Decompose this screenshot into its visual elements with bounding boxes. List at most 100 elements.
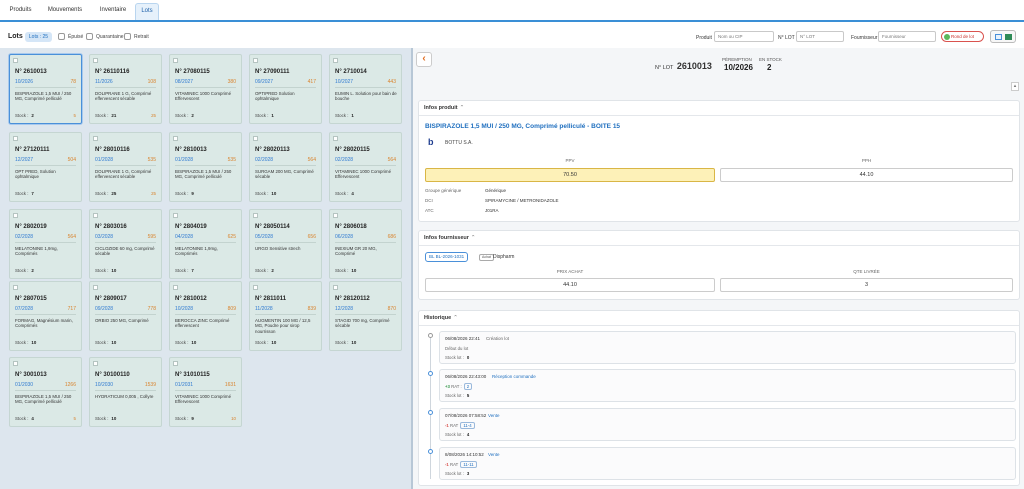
divider: [175, 87, 236, 88]
lot-checkbox[interactable]: [13, 136, 18, 141]
lot-card[interactable]: N° 28120112 12/2028 870 STAGID 700 mg, Comp…: [329, 281, 402, 351]
lot-input[interactable]: N° LOT: [796, 31, 844, 42]
lot-card[interactable]: N° 2804019 04/2028 625 MELATONINE 1,9mg, Co…: [169, 209, 242, 279]
lot-card[interactable]: N° 28050114 05/2028 656 URGO Sensitive stre…: [249, 209, 322, 279]
export-button[interactable]: [990, 30, 1016, 43]
lot-days-count: 625: [227, 234, 236, 240]
section-header[interactable]: Infos produit ⌃: [424, 105, 464, 111]
lot-stock: Stock :25: [95, 191, 117, 196]
lot-stock: Stock :2: [175, 113, 194, 118]
lot-card[interactable]: N° 2710014 10/2027 443 EUMIN L. Solution po…: [329, 54, 402, 124]
product-name-link[interactable]: BISPIRAZOLE 1,5 MUI / 250 MG, Comprimé p…: [425, 123, 620, 130]
lot-checkbox[interactable]: [13, 213, 18, 218]
lot-expiry: 01/2028: [95, 157, 114, 163]
stock-toggle-button[interactable]: Rond de lot: [941, 31, 984, 42]
lot-expiry: 03/2028: [95, 234, 114, 240]
lot-stock: Stock :7: [15, 191, 34, 196]
lot-checkbox[interactable]: [13, 285, 18, 290]
lot-checkbox[interactable]: [253, 58, 258, 63]
lot-card[interactable]: N° 27080115 08/2027 380 VITAMINEC 1000 Comp…: [169, 54, 242, 124]
lot-checkbox[interactable]: [93, 361, 98, 366]
lot-checkbox[interactable]: [93, 285, 98, 290]
divider: [419, 245, 1019, 246]
lot-card[interactable]: N° 30100110 10/2030 1539 HYDRATICUM 0,005 ,…: [89, 357, 162, 427]
lot-expiry: 01/2030: [15, 382, 34, 388]
tab-inventaire[interactable]: Inventaire: [93, 3, 133, 20]
lot-card[interactable]: N° 2810013 01/2028 535 BISPIRAZOLE 1,5 MUI …: [169, 132, 242, 202]
scroll-up-button[interactable]: ▴: [1011, 82, 1019, 91]
lot-card[interactable]: N° 2811011 11/2028 839 AUGMENTIN 100 MG / 1…: [249, 281, 322, 351]
lot-days-count: 564: [307, 157, 316, 163]
event-ref-tag[interactable]: 11-4: [460, 422, 475, 429]
lot-card[interactable]: N° 2807015 07/2028 717 FORMAG, Magnésium ma…: [9, 281, 82, 351]
history-event: 06/08/2026 22:41 Création lot Début du lot…: [439, 331, 1016, 364]
lot-card[interactable]: N° 2803016 03/2028 595 CICLOZIDE 60 mg, Com…: [89, 209, 162, 279]
checkbox-icon[interactable]: [124, 33, 131, 40]
lot-checkbox[interactable]: [13, 58, 18, 63]
chevron-up-icon: ⌃: [470, 235, 476, 241]
produit-input[interactable]: Nom ou CIP: [714, 31, 774, 42]
lot-days-count: 535: [227, 157, 236, 163]
lot-stock: Stock :4: [335, 191, 354, 196]
event-type[interactable]: Vente: [488, 452, 500, 457]
lot-card[interactable]: N° 2810012 10/2028 809 BEROCCA ZINC Comprim…: [169, 281, 242, 351]
lot-checkbox[interactable]: [93, 213, 98, 218]
lot-card[interactable]: N° 28010116 01/2028 535 DOLIPRANE 1 G, Comp…: [89, 132, 162, 202]
lot-checkbox[interactable]: [253, 136, 258, 141]
section-header[interactable]: Infos fournisseur ⌃: [424, 235, 476, 241]
history-event: 8/08/2026 14:10:52 Vente -1 RAT 11-11 Stock …: [439, 447, 1016, 480]
checkbox-icon[interactable]: [58, 33, 65, 40]
lot-card[interactable]: N° 2802019 02/2028 564 MELATONINE 1,9mg, Co…: [9, 209, 82, 279]
lot-checkbox[interactable]: [173, 285, 178, 290]
lot-card[interactable]: N° 2610013 10/2026 78 BISPIRAZOLE 1,5 MUI /…: [9, 54, 82, 124]
lot-days-count: 1266: [64, 382, 76, 388]
lot-checkbox[interactable]: [333, 213, 338, 218]
event-type[interactable]: Réception commande: [492, 374, 536, 379]
lot-card[interactable]: N° 31010115 01/2031 1631 VITAMINEC 1000 Com…: [169, 357, 242, 427]
lot-checkbox[interactable]: [333, 285, 338, 290]
pph-value: 44.10: [720, 168, 1013, 182]
tab-mouvements[interactable]: Mouvements: [42, 3, 88, 20]
tab-produits[interactable]: Produits: [4, 3, 37, 20]
lot-checkbox[interactable]: [253, 285, 258, 290]
lot-card[interactable]: N° 26110116 11/2026 108 DOLIPRANE 1 G, Comp…: [89, 54, 162, 124]
lot-card[interactable]: N° 28020113 02/2028 564 SURGAM 200 MG, Comp…: [249, 132, 322, 202]
atc-value: J01RA: [485, 208, 499, 213]
lot-card[interactable]: N° 28020115 02/2028 564 VITAMINEC 1000 Comp…: [329, 132, 402, 202]
filter-quarantaine[interactable]: Quarantaine: [86, 33, 124, 42]
bl-link[interactable]: BL BL-2026-1031: [425, 252, 469, 262]
lot-card[interactable]: N° 3001013 01/2030 1266 BISPIRAZOLE 1,5 MUI…: [9, 357, 82, 427]
lot-expiry: 11/2028: [255, 306, 273, 312]
lot-checkbox[interactable]: [173, 136, 178, 141]
lot-card[interactable]: N° 27090111 09/2027 417 OPTIPRED Solution o…: [249, 54, 322, 124]
event-type[interactable]: Vente: [488, 413, 500, 418]
tab-lots[interactable]: Lots: [135, 3, 159, 20]
filter-retrait[interactable]: Retrait: [124, 33, 149, 42]
fournisseur-input[interactable]: Fournisseur: [878, 31, 936, 42]
lot-expiry: 07/2028: [15, 306, 34, 312]
lot-card[interactable]: N° 2809017 09/2028 778 ORBIO 250 MG, Compri…: [89, 281, 162, 351]
filter-epuise[interactable]: Épuisé: [58, 33, 83, 42]
lot-expiry: 05/2028: [255, 234, 274, 240]
lot-product-name: BEROCCA ZINC Comprimé effervescent: [175, 318, 230, 329]
lot-checkbox[interactable]: [173, 58, 178, 63]
lot-checkbox[interactable]: [13, 361, 18, 366]
lot-checkbox[interactable]: [333, 136, 338, 141]
lot-checkbox[interactable]: [93, 58, 98, 63]
back-button[interactable]: ‹: [416, 52, 432, 67]
lot-stock: Stock :9: [175, 191, 194, 196]
section-header[interactable]: Historique ⌃: [424, 315, 458, 321]
lot-card[interactable]: N° 2806018 06/2028 686 INEXIUM GR 20 MG, Co…: [329, 209, 402, 279]
checkbox-icon[interactable]: [86, 33, 93, 40]
event-ref-tag[interactable]: 11-11: [460, 461, 477, 468]
supplier-name: Dispharm: [493, 254, 515, 260]
lot-checkbox[interactable]: [333, 58, 338, 63]
lot-checkbox[interactable]: [173, 361, 178, 366]
lot-checkbox[interactable]: [173, 213, 178, 218]
event-ref-tag[interactable]: 2: [463, 383, 473, 390]
lot-card[interactable]: N° 27120111 12/2027 504 OPT PRED, Solution …: [9, 132, 82, 202]
lot-checkbox[interactable]: [93, 136, 98, 141]
lot-checkbox[interactable]: [253, 213, 258, 218]
lot-label: N° LOT: [778, 35, 795, 41]
divider: [255, 87, 316, 88]
